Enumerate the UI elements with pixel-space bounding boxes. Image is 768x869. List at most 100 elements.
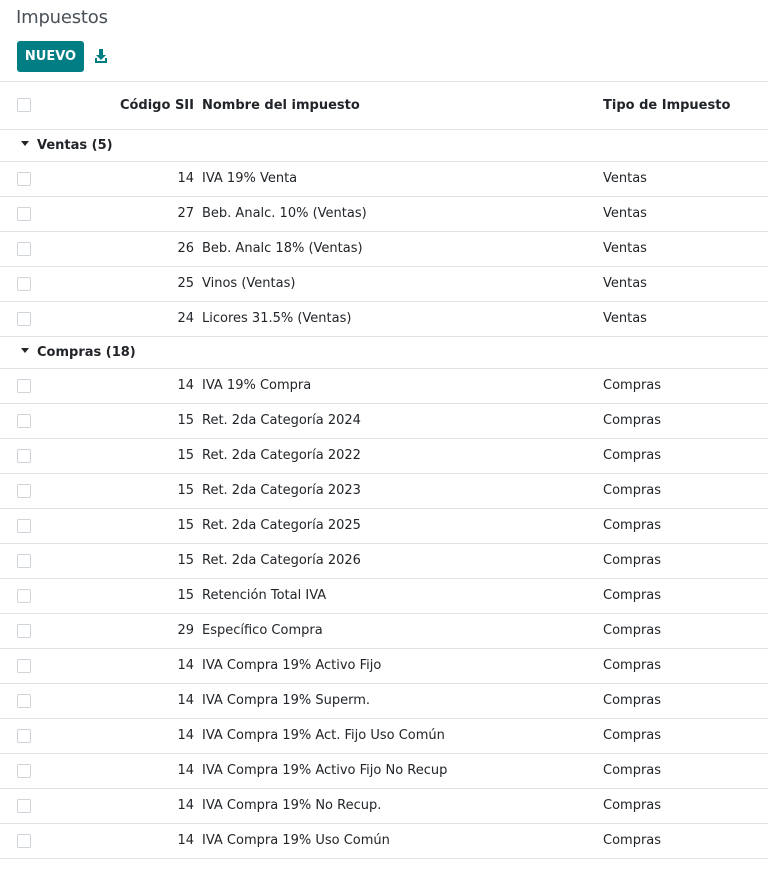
cell-type: Compras xyxy=(603,483,662,498)
row-checkbox[interactable] xyxy=(17,728,31,743)
cell-type: Compras xyxy=(603,518,662,533)
row-checkbox[interactable] xyxy=(17,658,31,673)
cell-type: Ventas xyxy=(603,206,647,221)
column-header-code[interactable]: Código SII xyxy=(44,82,202,129)
row-checkbox[interactable] xyxy=(17,448,31,463)
table-row[interactable]: 24 Licores 31.5% (Ventas) Ventas xyxy=(0,301,768,336)
table-body: Ventas (5) 14 IVA 19% Venta Ventas 27 Beb. An… xyxy=(0,129,768,858)
caret-down-icon xyxy=(21,140,29,146)
row-select-cell xyxy=(0,196,44,231)
new-button[interactable]: NUEVO xyxy=(17,41,84,72)
column-header-name[interactable]: Nombre del impuesto xyxy=(202,82,603,129)
group-label: Compras (18) xyxy=(37,344,136,360)
select-all-cell xyxy=(0,82,44,129)
row-checkbox[interactable] xyxy=(17,518,31,533)
cell-name: IVA Compra 19% Superm. xyxy=(202,693,370,708)
cell-name: IVA Compra 19% Act. Fijo Uso Común xyxy=(202,728,445,743)
row-select-cell xyxy=(0,438,44,473)
cell-code: 15 xyxy=(177,413,194,428)
cell-code: 24 xyxy=(177,311,194,326)
table-row[interactable]: 25 Vinos (Ventas) Ventas xyxy=(0,266,768,301)
table-row[interactable]: 29 Específico Compra Compras xyxy=(0,613,768,648)
column-header-type[interactable]: Tipo de Impuesto xyxy=(603,82,768,129)
cell-code: 14 xyxy=(177,728,194,743)
cell-name: Beb. Analc. 10% (Ventas) xyxy=(202,206,367,221)
row-checkbox[interactable] xyxy=(17,413,31,428)
group-header[interactable]: Ventas (5) xyxy=(0,129,768,161)
row-select-cell xyxy=(0,543,44,578)
cell-code: 15 xyxy=(177,448,194,463)
table-row[interactable]: 14 IVA Compra 19% Activo Fijo Compras xyxy=(0,648,768,683)
cell-code: 14 xyxy=(177,658,194,673)
cell-type: Ventas xyxy=(603,276,647,291)
cell-name: Ret. 2da Categoría 2023 xyxy=(202,483,361,498)
row-checkbox[interactable] xyxy=(17,588,31,603)
cell-type: Ventas xyxy=(603,171,647,186)
cell-name: Retención Total IVA xyxy=(202,588,327,603)
row-checkbox[interactable] xyxy=(17,311,31,326)
table-row[interactable]: 15 Ret. 2da Categoría 2023 Compras xyxy=(0,473,768,508)
cell-type: Ventas xyxy=(603,311,647,326)
table-row[interactable]: 14 IVA Compra 19% Activo Fijo No Recup Com… xyxy=(0,753,768,788)
row-checkbox[interactable] xyxy=(17,833,31,848)
row-select-cell xyxy=(0,578,44,613)
table-row[interactable]: 15 Ret. 2da Categoría 2026 Compras xyxy=(0,543,768,578)
table-row[interactable]: 15 Retención Total IVA Compras xyxy=(0,578,768,613)
cell-type: Compras xyxy=(603,378,662,393)
table-row[interactable]: 14 IVA 19% Compra Compras xyxy=(0,368,768,403)
row-checkbox[interactable] xyxy=(17,171,31,186)
cell-code: 29 xyxy=(177,623,194,638)
table-row[interactable]: 15 Ret. 2da Categoría 2024 Compras xyxy=(0,403,768,438)
row-select-cell xyxy=(0,473,44,508)
row-checkbox[interactable] xyxy=(17,483,31,498)
row-checkbox[interactable] xyxy=(17,553,31,568)
cell-name: Ret. 2da Categoría 2022 xyxy=(202,448,361,463)
row-checkbox[interactable] xyxy=(17,206,31,221)
table-row[interactable]: 26 Beb. Analc 18% (Ventas) Ventas xyxy=(0,231,768,266)
row-checkbox[interactable] xyxy=(17,378,31,393)
cell-code: 15 xyxy=(177,518,194,533)
cell-type: Compras xyxy=(603,448,662,463)
row-checkbox[interactable] xyxy=(17,276,31,291)
cell-name: IVA Compra 19% Uso Común xyxy=(202,833,390,848)
group-header[interactable]: Compras (18) xyxy=(0,336,768,368)
group-row[interactable]: Compras (18) xyxy=(0,336,768,368)
cell-code: 14 xyxy=(177,171,194,186)
table-row[interactable]: 15 Ret. 2da Categoría 2022 Compras xyxy=(0,438,768,473)
row-select-cell xyxy=(0,301,44,336)
table-row[interactable]: 15 Ret. 2da Categoría 2025 Compras xyxy=(0,508,768,543)
table-row[interactable]: 14 IVA Compra 19% Uso Común Compras xyxy=(0,823,768,858)
cell-type: Compras xyxy=(603,658,662,673)
cell-type: Compras xyxy=(603,833,662,848)
row-checkbox[interactable] xyxy=(17,693,31,708)
row-select-cell xyxy=(0,718,44,753)
row-checkbox[interactable] xyxy=(17,241,31,256)
table-row[interactable]: 27 Beb. Analc. 10% (Ventas) Ventas xyxy=(0,196,768,231)
cell-code: 25 xyxy=(177,276,194,291)
row-select-cell xyxy=(0,788,44,823)
table-row[interactable]: 14 IVA 19% Venta Ventas xyxy=(0,161,768,196)
row-select-cell xyxy=(0,613,44,648)
taxes-list-table: Código SII Nombre del impuesto Tipo de I… xyxy=(0,82,768,859)
table-row[interactable]: 14 IVA Compra 19% Superm. Compras xyxy=(0,683,768,718)
cell-type: Compras xyxy=(603,728,662,743)
table-row[interactable]: 14 IVA Compra 19% No Recup. Compras xyxy=(0,788,768,823)
caret-down-icon xyxy=(21,347,29,353)
cell-name: IVA Compra 19% Activo Fijo No Recup xyxy=(202,763,448,778)
cell-code: 14 xyxy=(177,833,194,848)
cell-type: Compras xyxy=(603,798,662,813)
cell-code: 14 xyxy=(177,763,194,778)
row-checkbox[interactable] xyxy=(17,623,31,638)
download-icon[interactable] xyxy=(93,47,109,65)
cell-type: Compras xyxy=(603,763,662,778)
cell-code: 26 xyxy=(177,241,194,256)
table-header-row: Código SII Nombre del impuesto Tipo de I… xyxy=(0,82,768,129)
select-all-checkbox[interactable] xyxy=(17,98,31,113)
cell-name: Ret. 2da Categoría 2026 xyxy=(202,553,361,568)
row-select-cell xyxy=(0,508,44,543)
group-row[interactable]: Ventas (5) xyxy=(0,129,768,161)
row-checkbox[interactable] xyxy=(17,798,31,813)
table-row[interactable]: 14 IVA Compra 19% Act. Fijo Uso Común Comp… xyxy=(0,718,768,753)
row-checkbox[interactable] xyxy=(17,763,31,778)
cell-code: 15 xyxy=(177,553,194,568)
